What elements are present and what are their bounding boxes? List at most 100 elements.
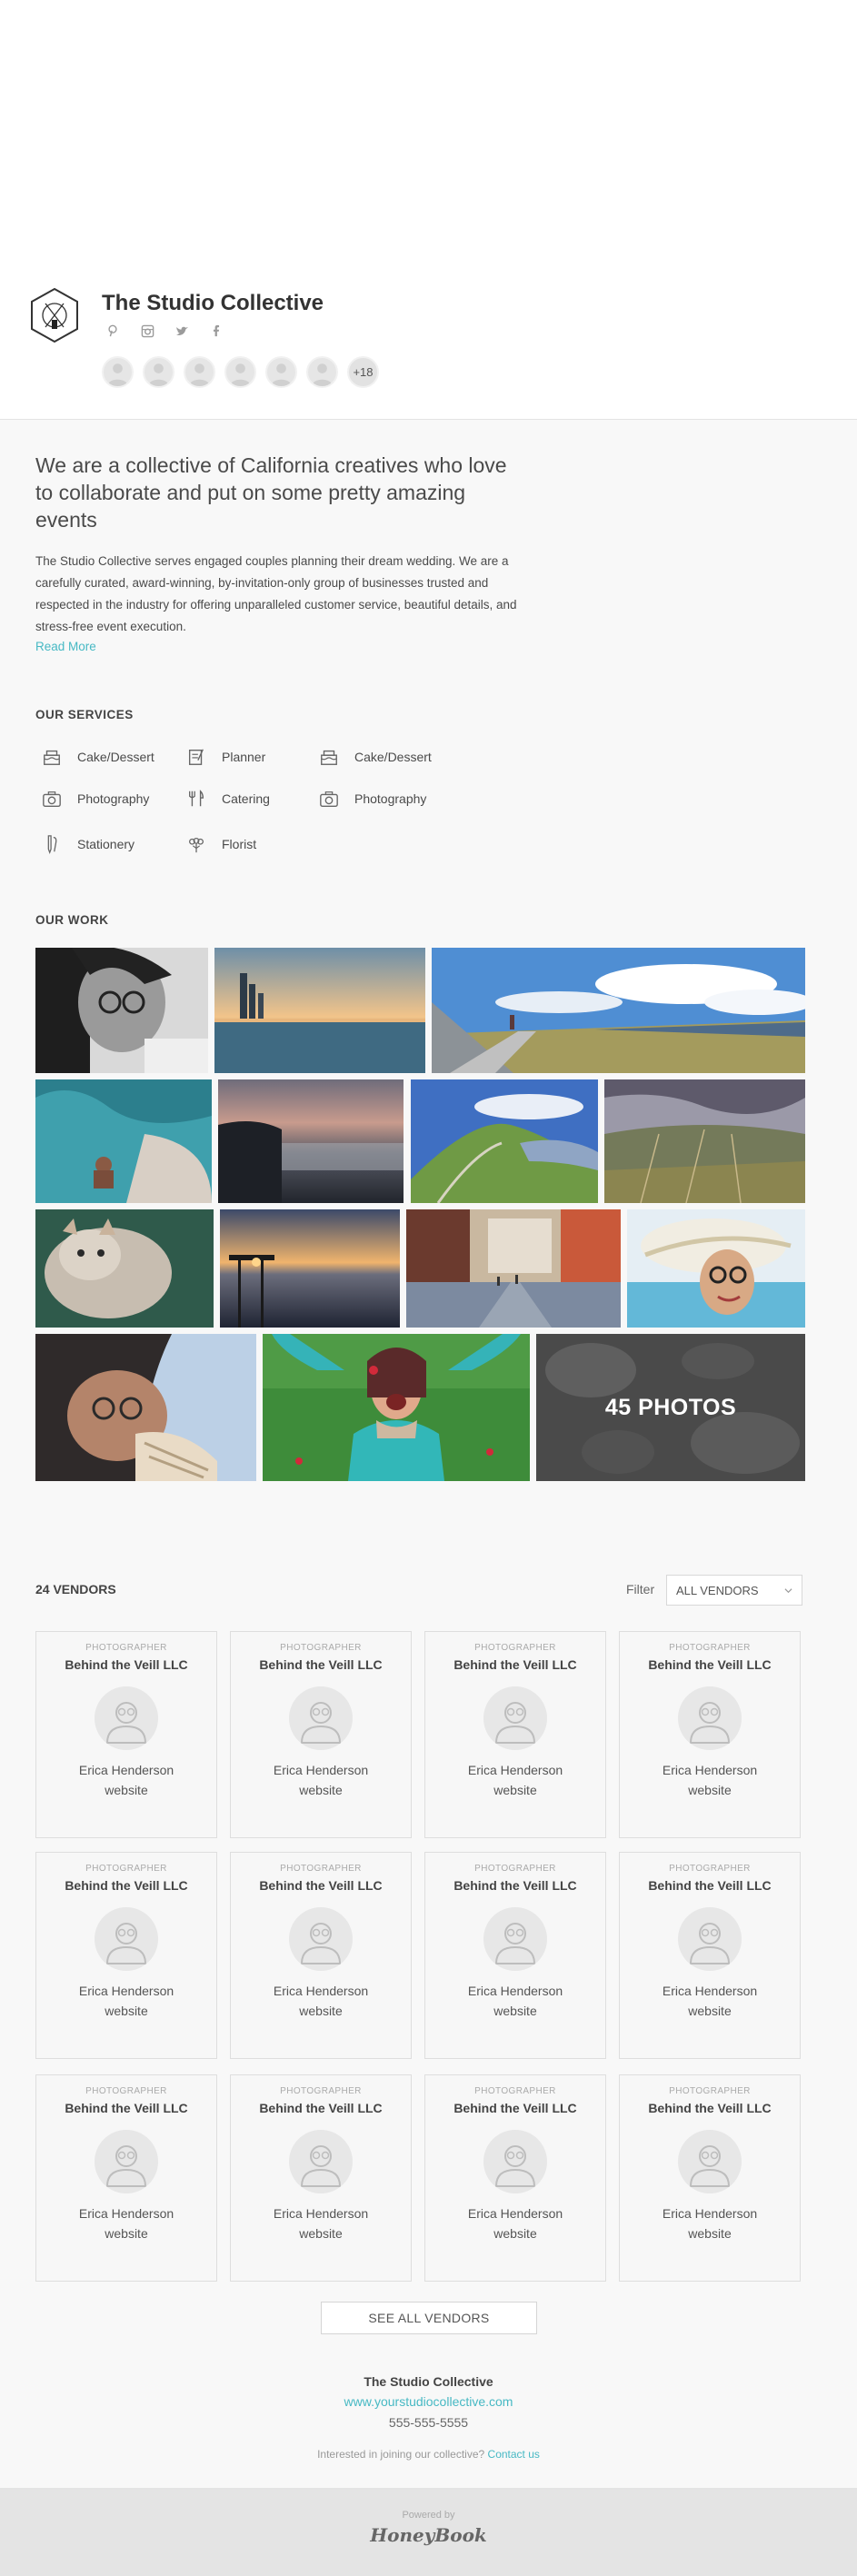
flower-icon bbox=[185, 833, 207, 855]
service-label: Cake/Dessert bbox=[354, 750, 432, 764]
honeybook-logo[interactable]: HoneyBook bbox=[0, 2524, 857, 2546]
powered-by-label: Powered by bbox=[402, 2510, 455, 2521]
twitter-icon[interactable] bbox=[174, 323, 189, 338]
vendor-website-link[interactable]: website bbox=[231, 1783, 411, 1797]
gallery-photo[interactable] bbox=[214, 948, 425, 1073]
contact-us-link[interactable]: Contact us bbox=[488, 2448, 540, 2461]
more-members-badge[interactable]: +18 bbox=[347, 356, 379, 388]
about-text: The Studio Collective serves engaged cou… bbox=[35, 554, 517, 633]
vendor-website-link[interactable]: website bbox=[620, 2004, 800, 2018]
vendor-card[interactable]: PHOTOGRAPHER Behind the Veill LLC Erica He… bbox=[230, 2074, 412, 2282]
vendor-website-link[interactable]: website bbox=[231, 2004, 411, 2018]
avatar[interactable] bbox=[224, 356, 256, 388]
more-photos-label: 45 PHOTOS bbox=[604, 1394, 737, 1420]
vendor-card[interactable]: PHOTOGRAPHER Behind the Veill LLC Erica He… bbox=[230, 1852, 412, 2059]
vendor-website-link[interactable]: website bbox=[425, 2004, 605, 2018]
vendor-role: PHOTOGRAPHER bbox=[280, 2086, 362, 2096]
vendor-website-link[interactable]: website bbox=[36, 2226, 216, 2241]
avatar bbox=[678, 2130, 742, 2193]
vendor-card[interactable]: PHOTOGRAPHER Behind the Veill LLC Erica He… bbox=[424, 1852, 606, 2059]
vendor-website-link[interactable]: website bbox=[36, 2004, 216, 2018]
vendor-company: Behind the Veill LLC bbox=[259, 2101, 383, 2115]
vendor-contact-name: Erica Henderson bbox=[78, 1763, 174, 1777]
service-item: Cake/Dessert bbox=[41, 746, 154, 768]
avatar[interactable] bbox=[265, 356, 297, 388]
vendor-card[interactable]: PHOTOGRAPHER Behind the Veill LLC Erica He… bbox=[619, 1631, 801, 1838]
vendor-card[interactable]: PHOTOGRAPHER Behind the Veill LLC Erica He… bbox=[35, 1852, 217, 2059]
gallery-photo[interactable] bbox=[220, 1209, 400, 1328]
vendor-role: PHOTOGRAPHER bbox=[669, 1864, 751, 1874]
join-text: Interested in joining our collective? bbox=[317, 2448, 485, 2461]
gallery-photo[interactable] bbox=[263, 1334, 530, 1481]
avatar[interactable] bbox=[184, 356, 215, 388]
gallery-photo[interactable] bbox=[604, 1079, 805, 1203]
vendor-company: Behind the Veill LLC bbox=[65, 1878, 188, 1893]
camera-icon bbox=[318, 788, 340, 810]
pinterest-icon[interactable] bbox=[105, 323, 120, 338]
gallery-photo[interactable] bbox=[627, 1209, 805, 1328]
gallery-photo[interactable] bbox=[218, 1079, 404, 1203]
gallery-photo[interactable] bbox=[35, 1209, 214, 1328]
gallery-photo-more[interactable]: 45 PHOTOS bbox=[536, 1334, 805, 1481]
collective-logo bbox=[29, 287, 80, 343]
vendor-website-link[interactable]: website bbox=[425, 2226, 605, 2241]
avatar bbox=[95, 1907, 158, 1971]
avatar[interactable] bbox=[306, 356, 338, 388]
service-label: Photography bbox=[354, 791, 427, 806]
vendor-website-link[interactable]: website bbox=[620, 2226, 800, 2241]
clipboard-icon bbox=[185, 746, 207, 768]
service-item: Planner bbox=[185, 746, 265, 768]
footer-website-link[interactable]: www.yourstudiocollective.com bbox=[0, 2394, 857, 2409]
vendor-contact-name: Erica Henderson bbox=[662, 1763, 758, 1777]
vendor-company: Behind the Veill LLC bbox=[453, 1878, 577, 1893]
read-more-link[interactable]: Read More bbox=[35, 640, 96, 653]
vendor-card[interactable]: PHOTOGRAPHER Behind the Veill LLC Erica He… bbox=[35, 1631, 217, 1838]
gallery-photo[interactable] bbox=[432, 948, 805, 1073]
vendor-contact-name: Erica Henderson bbox=[467, 1763, 563, 1777]
vendor-contact-name: Erica Henderson bbox=[467, 1984, 563, 1998]
vendor-card[interactable]: PHOTOGRAPHER Behind the Veill LLC Erica He… bbox=[424, 1631, 606, 1838]
facebook-icon[interactable] bbox=[209, 323, 224, 338]
service-item: Florist bbox=[185, 833, 256, 855]
avatar[interactable] bbox=[143, 356, 174, 388]
vendor-website-link[interactable]: website bbox=[36, 1783, 216, 1797]
gallery-photo[interactable] bbox=[35, 1079, 212, 1203]
vendor-contact-name: Erica Henderson bbox=[273, 2206, 369, 2221]
vendor-role: PHOTOGRAPHER bbox=[280, 1643, 362, 1653]
vendor-website-link[interactable]: website bbox=[231, 2226, 411, 2241]
vendor-company: Behind the Veill LLC bbox=[65, 1657, 188, 1672]
footer-name: The Studio Collective bbox=[364, 2374, 493, 2389]
service-label: Florist bbox=[222, 837, 257, 851]
gallery-photo[interactable] bbox=[35, 1334, 256, 1481]
avatar bbox=[678, 1907, 742, 1971]
vendor-contact-name: Erica Henderson bbox=[78, 1984, 174, 1998]
vendor-card[interactable]: PHOTOGRAPHER Behind the Veill LLC Erica He… bbox=[619, 2074, 801, 2282]
vendor-card[interactable]: PHOTOGRAPHER Behind the Veill LLC Erica He… bbox=[230, 1631, 412, 1838]
vendor-company: Behind the Veill LLC bbox=[259, 1878, 383, 1893]
gallery-photo[interactable] bbox=[35, 948, 208, 1073]
avatar[interactable] bbox=[102, 356, 134, 388]
vendor-website-link[interactable]: website bbox=[620, 1783, 800, 1797]
pen-icon bbox=[41, 833, 63, 855]
cake-icon bbox=[318, 746, 340, 768]
vendor-filter-select[interactable]: ALL VENDORS bbox=[666, 1575, 802, 1606]
footer-phone: 555-555-5555 bbox=[388, 2415, 469, 2430]
vendor-role: PHOTOGRAPHER bbox=[474, 2086, 556, 2096]
vendor-company: Behind the Veill LLC bbox=[65, 2101, 188, 2115]
vendor-role: PHOTOGRAPHER bbox=[85, 2086, 167, 2096]
social-links bbox=[105, 323, 224, 338]
vendor-website-link[interactable]: website bbox=[425, 1783, 605, 1797]
avatar bbox=[289, 1907, 353, 1971]
vendor-card[interactable]: PHOTOGRAPHER Behind the Veill LLC Erica He… bbox=[424, 2074, 606, 2282]
cake-icon bbox=[41, 746, 63, 768]
vendor-contact-name: Erica Henderson bbox=[273, 1984, 369, 1998]
see-all-vendors-button[interactable]: SEE ALL VENDORS bbox=[321, 2302, 537, 2334]
vendor-card[interactable]: PHOTOGRAPHER Behind the Veill LLC Erica He… bbox=[619, 1852, 801, 2059]
gallery-photo[interactable] bbox=[406, 1209, 621, 1328]
vendor-card[interactable]: PHOTOGRAPHER Behind the Veill LLC Erica He… bbox=[35, 2074, 217, 2282]
gallery-photo[interactable] bbox=[411, 1079, 598, 1203]
vendor-role: PHOTOGRAPHER bbox=[85, 1864, 167, 1874]
service-label: Cake/Dessert bbox=[77, 750, 154, 764]
instagram-icon[interactable] bbox=[140, 323, 154, 338]
service-label: Catering bbox=[222, 791, 270, 806]
